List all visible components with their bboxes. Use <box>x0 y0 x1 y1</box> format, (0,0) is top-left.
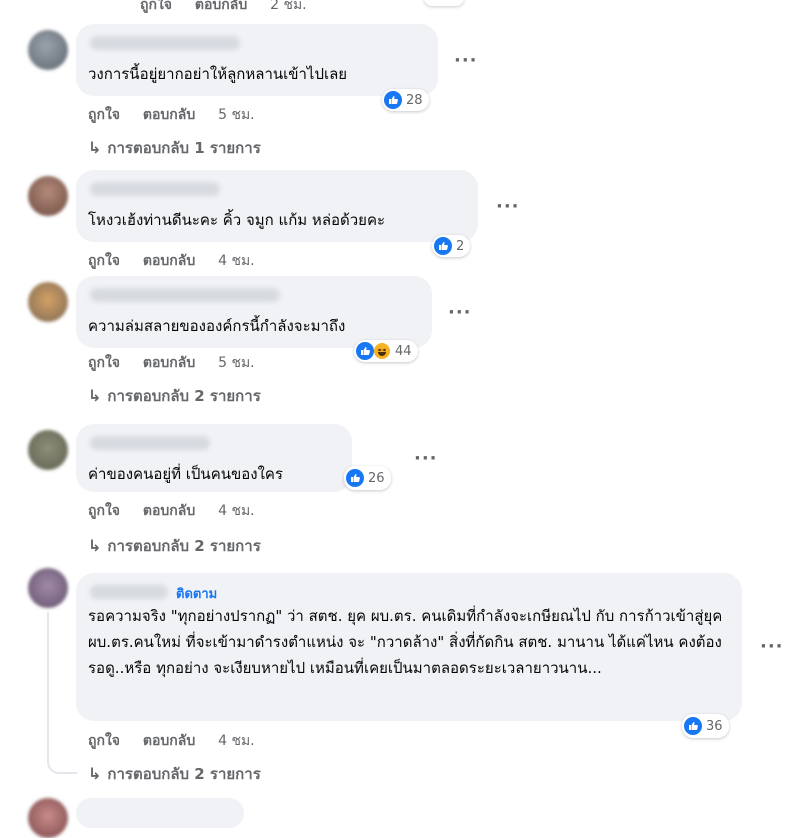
comment-time[interactable]: 5 ชม. <box>218 107 255 123</box>
comment-actions: ถูกใจ ตอบกลับ 2 ชม. <box>140 0 325 16</box>
view-replies-link[interactable]: ↳ การตอบกลับ 2 รายการ <box>88 762 261 786</box>
view-replies-link[interactable]: ↳ การตอบกลับ 1 รายการ <box>88 136 261 160</box>
reply-button[interactable]: ตอบกลับ <box>143 733 195 749</box>
comment-text: โหงวเฮ้งท่านดีนะคะ คิ้ว จมูก แก้ม หล่อด้… <box>88 211 386 229</box>
like-icon <box>356 342 374 360</box>
comment-text: ค่าของคนอยู่ที่ เป็นคนของใคร <box>88 465 283 483</box>
follow-button[interactable]: ติดตาม <box>176 583 217 604</box>
view-replies-link[interactable]: ↳ การตอบกลับ 2 รายการ <box>88 534 261 558</box>
reaction-number: 28 <box>406 92 423 108</box>
commenter-name[interactable] <box>90 288 280 302</box>
thread-line <box>47 612 49 762</box>
commenter-name[interactable] <box>90 585 168 599</box>
like-icon <box>384 91 402 109</box>
comment-actions: ถูกใจ ตอบกลับ 4 ชม. <box>88 250 273 272</box>
commenter-name[interactable] <box>90 436 210 450</box>
more-options-button[interactable]: ··· <box>414 448 438 469</box>
comment-text: ความล่มสลายขององค์กรนี้กำลังจะมาถึง <box>88 317 346 335</box>
like-button[interactable]: ถูกใจ <box>88 253 120 269</box>
like-button[interactable]: ถูกใจ <box>88 107 120 123</box>
thread-line-curve <box>47 760 77 774</box>
like-icon <box>346 469 364 487</box>
view-replies-link[interactable]: ↳ การตอบกลับ 2 รายการ <box>88 384 261 408</box>
reply-button[interactable]: ตอบกลับ <box>143 355 195 371</box>
view-replies-label: การตอบกลับ 1 รายการ <box>107 139 261 157</box>
reaction-count[interactable]: 36 <box>682 714 729 738</box>
like-button[interactable]: ถูกใจ <box>140 0 172 13</box>
comment-text: รอความจริง "ทุกอย่างปรากฏ" ว่า สตช. ยุค … <box>88 607 723 677</box>
reply-button[interactable]: ตอบกลับ <box>143 253 195 269</box>
reaction-count[interactable]: 28 <box>382 89 429 111</box>
like-button[interactable]: ถูกใจ <box>88 355 120 371</box>
reply-button[interactable]: ตอบกลับ <box>143 107 195 123</box>
avatar[interactable] <box>28 176 68 216</box>
reaction-number: 36 <box>706 718 723 734</box>
comment-actions: ถูกใจ ตอบกลับ 5 ชม. <box>88 104 273 126</box>
avatar[interactable] <box>28 798 68 838</box>
avatar[interactable] <box>28 30 68 70</box>
view-replies-label: การตอบกลับ 2 รายการ <box>107 387 261 405</box>
avatar[interactable] <box>28 430 68 470</box>
comment-actions: ถูกใจ ตอบกลับ 4 ชม. <box>88 500 273 522</box>
reply-arrow-icon: ↳ <box>88 386 102 405</box>
comment-time[interactable]: 2 ชม. <box>270 0 307 13</box>
view-replies-label: การตอบกลับ 2 รายการ <box>107 537 261 555</box>
comment-bubble <box>76 798 244 828</box>
comment-text: วงการนี้อยู่ยากอย่าให้ลูกหลานเข้าไปเลย <box>88 65 348 83</box>
comment-actions: ถูกใจ ตอบกลับ 4 ชม. <box>88 730 273 752</box>
comment-time[interactable]: 4 ชม. <box>218 733 255 749</box>
reply-arrow-icon: ↳ <box>88 536 102 555</box>
commenter-name[interactable] <box>90 182 220 196</box>
reaction-number: 44 <box>395 343 412 359</box>
reaction-count[interactable]: 2 <box>432 235 471 257</box>
avatar[interactable] <box>28 282 68 322</box>
reply-arrow-icon: ↳ <box>88 764 102 783</box>
reply-button[interactable]: ตอบกลับ <box>195 0 247 13</box>
commenter-name[interactable] <box>90 36 240 50</box>
comment-actions: ถูกใจ ตอบกลับ 5 ชม. <box>88 352 273 374</box>
like-icon <box>434 237 452 255</box>
more-options-button[interactable]: ··· <box>448 302 472 323</box>
view-replies-label: การตอบกลับ 2 รายการ <box>107 765 261 783</box>
more-options-button[interactable]: ··· <box>496 196 520 217</box>
reply-arrow-icon: ↳ <box>88 138 102 157</box>
reply-button[interactable]: ตอบกลับ <box>143 503 195 519</box>
top-reaction-partial <box>424 0 464 6</box>
reaction-number: 2 <box>456 238 465 254</box>
reaction-count[interactable]: 44 <box>354 340 418 362</box>
reaction-number: 26 <box>368 470 385 486</box>
reaction-count[interactable]: 26 <box>344 466 391 490</box>
comment-time[interactable]: 5 ชม. <box>218 355 255 371</box>
comment-time[interactable]: 4 ชม. <box>218 253 255 269</box>
more-options-button[interactable]: ··· <box>454 50 478 71</box>
avatar[interactable] <box>28 568 68 608</box>
like-button[interactable]: ถูกใจ <box>88 733 120 749</box>
haha-icon <box>373 342 391 360</box>
like-icon <box>684 717 702 735</box>
comment-time[interactable]: 4 ชม. <box>218 503 255 519</box>
more-options-button[interactable]: ··· <box>760 636 784 657</box>
like-button[interactable]: ถูกใจ <box>88 503 120 519</box>
